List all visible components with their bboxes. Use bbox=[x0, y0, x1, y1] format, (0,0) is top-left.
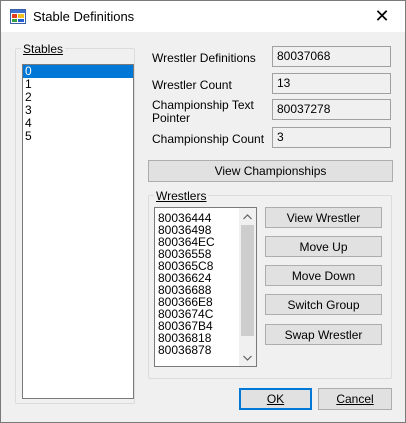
wrestlers-list[interactable]: 80036444 80036498 800364EC 80036558 8003… bbox=[154, 207, 257, 367]
cancel-label: Cancel bbox=[336, 392, 374, 406]
championship-text-pointer-label-line1: Championship Text bbox=[152, 98, 254, 112]
stable-item-5[interactable]: 5 bbox=[23, 130, 133, 143]
stable-item-0[interactable]: 0 bbox=[23, 65, 133, 78]
stable-item-3[interactable]: 3 bbox=[23, 104, 133, 117]
championship-count-label: Championship Count bbox=[152, 132, 265, 146]
championship-text-pointer-label-line2: Pointer bbox=[152, 111, 191, 125]
move-down-button[interactable]: Move Down bbox=[265, 265, 382, 286]
wrestlers-label: Wrestlers bbox=[156, 189, 207, 203]
window-title: Stable Definitions bbox=[33, 9, 135, 24]
stable-item-4[interactable]: 4 bbox=[23, 117, 133, 130]
swap-wrestler-button[interactable]: Swap Wrestler bbox=[265, 324, 382, 345]
wrestlers-list-items: 80036444 80036498 800364EC 80036558 8003… bbox=[158, 212, 215, 356]
switch-group-button[interactable]: Switch Group bbox=[265, 294, 382, 315]
cancel-button[interactable]: Cancel bbox=[318, 388, 392, 410]
view-championships-button[interactable]: View Championships bbox=[148, 160, 393, 182]
title-bar[interactable]: Stable Definitions ✕ bbox=[1, 1, 405, 32]
wrestler-definitions-label: Wrestler Definitions bbox=[152, 51, 256, 65]
app-icon bbox=[10, 9, 26, 24]
championship-count-field[interactable]: 3 bbox=[272, 127, 391, 148]
stables-label: Stables bbox=[23, 42, 64, 56]
scroll-down-arrow-icon[interactable] bbox=[239, 349, 256, 366]
view-wrestler-button[interactable]: View Wrestler bbox=[265, 207, 382, 228]
championship-text-pointer-field[interactable]: 80037278 bbox=[272, 99, 391, 120]
close-icon: ✕ bbox=[374, 6, 390, 26]
wrestlers-group-label: Wrestlers bbox=[154, 189, 209, 203]
championship-text-pointer-label: Championship Text Pointer bbox=[152, 99, 254, 125]
wrestler-count-field[interactable]: 13 bbox=[272, 73, 391, 94]
move-up-button[interactable]: Move Up bbox=[265, 236, 382, 257]
scroll-up-arrow-icon[interactable] bbox=[239, 208, 256, 225]
scroll-thumb[interactable] bbox=[241, 225, 254, 336]
close-button[interactable]: ✕ bbox=[359, 1, 405, 32]
stables-list[interactable]: 0 1 2 3 4 5 bbox=[22, 64, 134, 399]
wrestler-count-label: Wrestler Count bbox=[152, 78, 232, 92]
wrestler-item-11[interactable]: 80036878 bbox=[158, 344, 215, 356]
stable-item-2[interactable]: 2 bbox=[23, 91, 133, 104]
ok-button[interactable]: OK bbox=[239, 388, 312, 410]
stables-group-label: Stables bbox=[21, 42, 66, 56]
ok-label: OK bbox=[266, 392, 285, 406]
wrestlers-scrollbar[interactable] bbox=[239, 208, 256, 366]
stable-definitions-window: Stable Definitions ✕ Stables 0 1 2 3 4 5… bbox=[0, 0, 406, 423]
stable-item-1[interactable]: 1 bbox=[23, 78, 133, 91]
wrestler-definitions-field[interactable]: 80037068 bbox=[272, 46, 391, 67]
